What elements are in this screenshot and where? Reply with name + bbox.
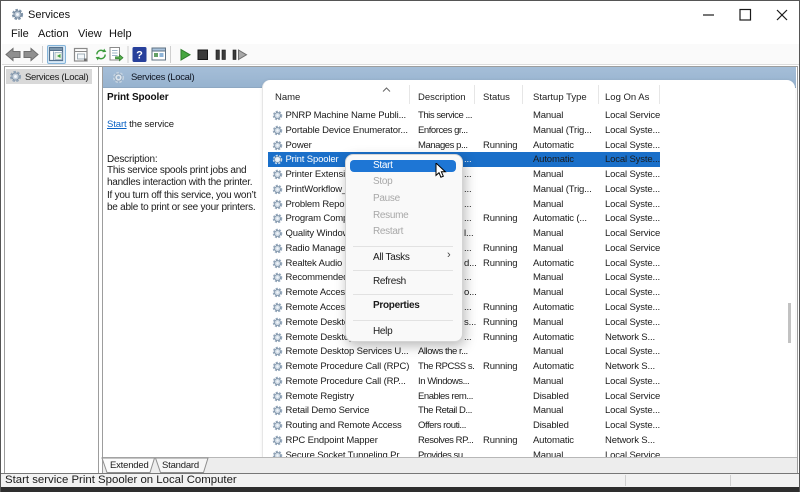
svg-text:?: ? bbox=[136, 50, 143, 62]
